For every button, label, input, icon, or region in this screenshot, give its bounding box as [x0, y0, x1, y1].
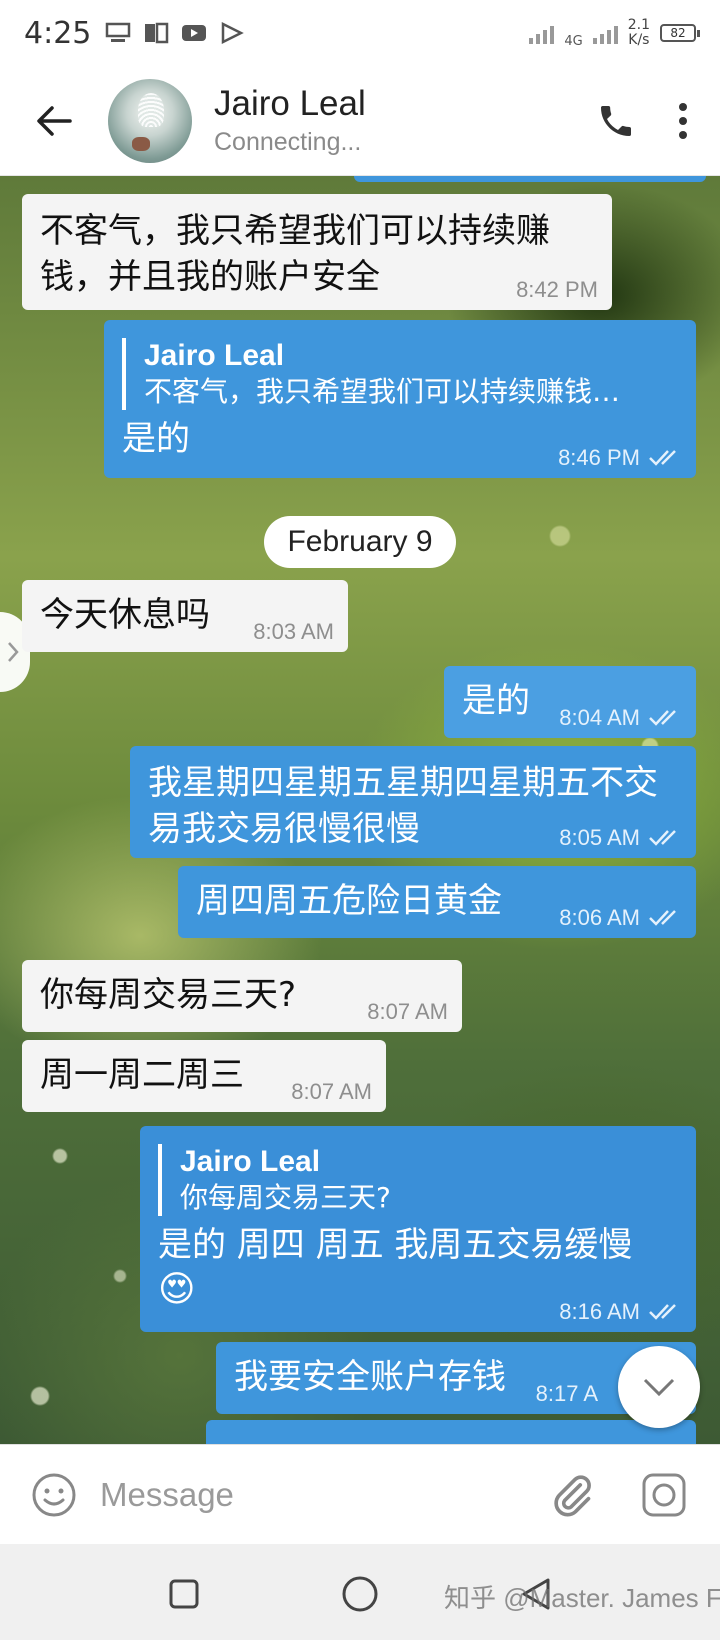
reply-author: Jairo Leal	[180, 1145, 321, 1178]
status-bar: 4:25 4G 2.1 K/s 82	[0, 0, 720, 66]
message-notification-icon	[106, 22, 131, 42]
double-check-icon	[649, 450, 676, 466]
message-meta: 8:46 PM	[558, 446, 682, 470]
contact-name: Jairo Leal	[214, 84, 366, 123]
message-time: 8:05 AM	[559, 825, 640, 850]
message-bubble-outgoing[interactable]: 是的 8:04 AM	[444, 666, 696, 738]
message-bubble-incoming[interactable]: 你每周交易三天? 8:07 AM	[22, 960, 462, 1032]
message-time: 8:07 AM	[367, 999, 448, 1024]
message-meta: 8:06 AM	[559, 906, 682, 930]
message-meta: 8:07 AM	[291, 1080, 372, 1104]
chat-header: Jairo Leal Connecting...	[0, 66, 720, 176]
message-bubble-outgoing[interactable]: Jairo Leal 你每周交易三天? 是的 周四 周五 我周五交易缓慢 😍 8…	[140, 1126, 696, 1332]
net-speed: 2.1 K/s	[627, 17, 650, 48]
camera-button[interactable]	[638, 1469, 690, 1521]
youtube-icon	[182, 25, 207, 41]
double-check-icon	[649, 1304, 676, 1320]
message-meta: 8:42 PM	[516, 278, 598, 302]
message-meta: 8:04 AM	[559, 706, 682, 730]
reply-quote[interactable]: Jairo Leal 不客气，我只希望我们可以持续赚钱…	[122, 338, 678, 410]
message-text: 我要安全账户存钱	[234, 1357, 506, 1397]
contact-title-block[interactable]: Jairo Leal Connecting...	[214, 84, 366, 157]
reply-quote[interactable]: Jairo Leal 你每周交易三天?	[158, 1144, 678, 1216]
chevron-down-icon	[643, 1378, 675, 1397]
recent-apps-button[interactable]	[164, 1574, 204, 1614]
message-bubble-partial[interactable]	[354, 176, 706, 182]
message-meta: 8:05 AM	[559, 826, 682, 850]
message-time: 8:17 A	[535, 1381, 598, 1406]
chat-area[interactable]: 不客气，我只希望我们可以持续赚钱，并且我的账户安全 8:42 PM Jairo …	[0, 176, 720, 1444]
scroll-to-bottom-button[interactable]	[618, 1346, 700, 1428]
back-button[interactable]	[24, 91, 84, 151]
signal-icon	[529, 22, 555, 44]
message-bubble-outgoing[interactable]: 我星期四星期五星期四星期五不交易我交易很慢很慢 8:05 AM	[130, 746, 696, 858]
message-bubble-incoming[interactable]: 周一周二周三 8:07 AM	[22, 1040, 386, 1112]
double-check-icon	[649, 910, 676, 926]
app-notification-icon	[145, 22, 169, 44]
message-bubble-outgoing[interactable]: Jairo Leal 不客气，我只希望我们可以持续赚钱… 是的 8:46 PM	[104, 320, 696, 478]
double-check-icon	[649, 710, 676, 726]
contact-avatar[interactable]	[108, 78, 192, 163]
message-meta: 8:03 AM	[253, 620, 334, 644]
message-time: 8:03 AM	[253, 619, 334, 644]
message-bubble-incoming[interactable]: 不客气，我只希望我们可以持续赚钱，并且我的账户安全 8:42 PM	[22, 194, 612, 310]
watermark: 知乎 @Master. James FX	[444, 1583, 720, 1613]
message-input[interactable]	[100, 1464, 525, 1525]
message-time: 8:16 AM	[559, 1299, 640, 1324]
smiley-icon	[32, 1473, 76, 1516]
message-time: 8:06 AM	[559, 905, 640, 930]
message-meta: 8:17 A	[536, 1382, 598, 1406]
message-meta: 8:07 AM	[367, 1000, 448, 1024]
status-notification-icons	[105, 22, 245, 44]
camera-icon	[642, 1473, 686, 1516]
date-separator: February 9	[264, 516, 456, 568]
play-store-icon	[222, 22, 245, 44]
reply-text: 不客气，我只希望我们可以持续赚钱…	[144, 375, 621, 408]
attach-button[interactable]	[546, 1469, 598, 1521]
circle-icon	[342, 1576, 378, 1612]
message-text: 不客气，我只希望我们可以持续赚钱，并且我的账户安全	[40, 211, 550, 297]
battery-icon: 82	[660, 24, 700, 42]
double-check-icon	[649, 830, 676, 846]
message-time: 8:46 PM	[558, 445, 640, 470]
reply-text: 你每周交易三天?	[180, 1181, 391, 1214]
system-nav-bar: 知乎 @Master. James FX	[0, 1544, 720, 1640]
paperclip-icon	[554, 1474, 591, 1517]
signal-icon-2	[592, 22, 618, 44]
square-icon	[169, 1579, 199, 1609]
message-time: 8:04 AM	[559, 705, 640, 730]
message-bubble-outgoing[interactable]: 周四周五危险日黄金 8:06 AM	[178, 866, 696, 938]
phone-call-button[interactable]	[596, 101, 636, 141]
emoji-button[interactable]	[28, 1469, 80, 1521]
message-time: 8:07 AM	[291, 1079, 372, 1104]
status-time: 4:25	[24, 15, 92, 51]
message-composer	[0, 1444, 720, 1544]
contact-status: Connecting...	[214, 128, 362, 156]
message-meta: 8:16 AM	[559, 1300, 682, 1324]
message-time: 8:42 PM	[516, 277, 598, 302]
message-bubble-incoming[interactable]: 今天休息吗 8:03 AM	[22, 580, 348, 652]
message-text: 是的 周四 周五 我周五交易缓慢	[158, 1225, 633, 1265]
message-bubble-partial[interactable]	[206, 1420, 696, 1444]
home-button[interactable]	[340, 1574, 380, 1614]
arrow-left-icon	[37, 105, 72, 136]
more-options-icon[interactable]	[676, 101, 690, 141]
network-type: 4G	[564, 33, 583, 49]
chevron-right-icon	[8, 642, 19, 662]
reply-author: Jairo Leal	[144, 339, 285, 372]
